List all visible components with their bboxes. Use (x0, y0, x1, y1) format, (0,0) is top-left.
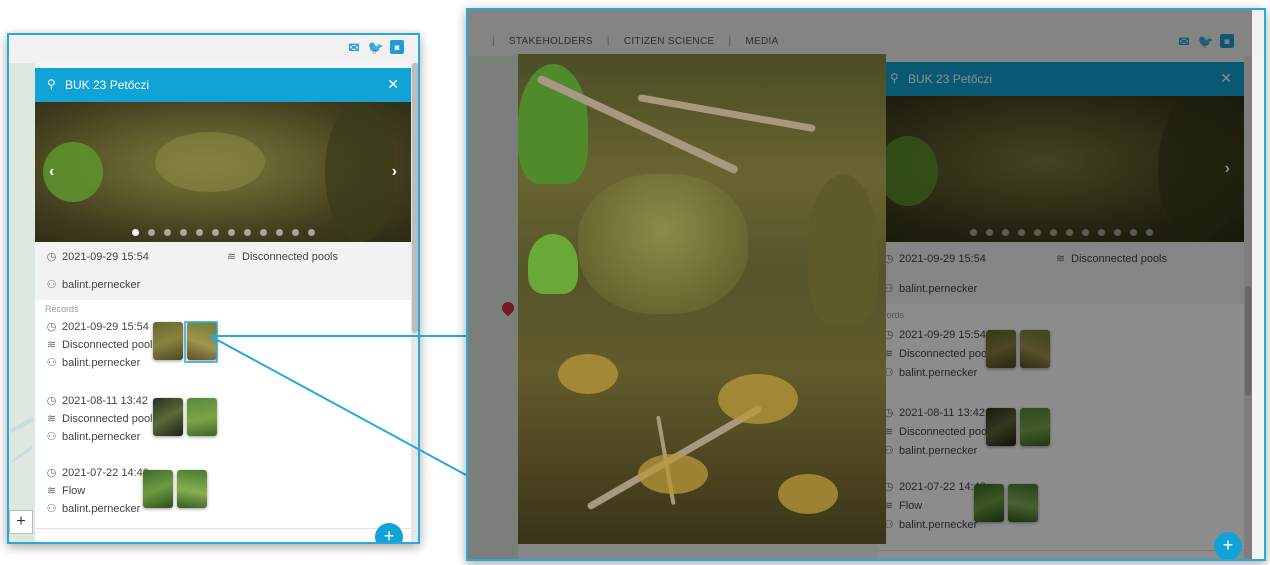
photo-detail (808, 174, 878, 324)
lightbox-photo[interactable] (518, 54, 886, 544)
photo-detail (578, 174, 748, 314)
callout-highlight (184, 321, 218, 363)
photo-detail (638, 454, 708, 494)
photo-detail (528, 234, 578, 294)
right-screenshot-frame: | STAKEHOLDERS | CITIZEN SCIENCE | MEDIA… (466, 8, 1266, 561)
photo-detail (558, 354, 618, 394)
add-record-button[interactable]: + (1214, 532, 1242, 559)
photo-detail (637, 94, 816, 133)
photo-detail (778, 474, 838, 514)
callout-line (209, 335, 467, 476)
photo-detail (718, 374, 798, 424)
